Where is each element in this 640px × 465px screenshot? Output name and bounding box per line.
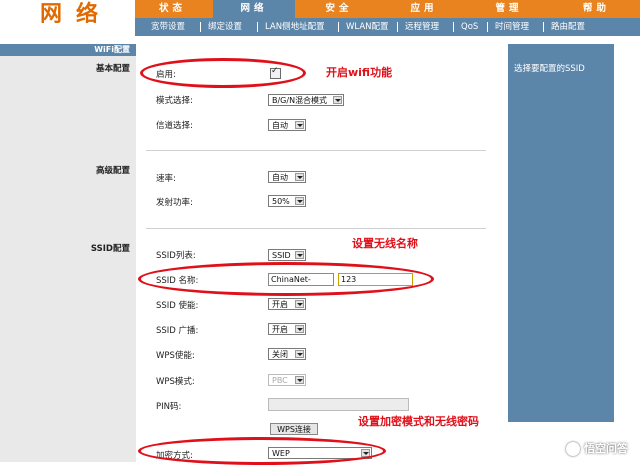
section-basic: 基本配置	[95, 64, 130, 74]
sub-nav-route[interactable]: 路由配置	[545, 18, 591, 36]
sub-nav: 宽带设置 绑定设置 LAN侧地址配置 WLAN配置 远程管理 QoS 时间管理 …	[135, 18, 640, 36]
sub-nav-time[interactable]: 时间管理	[489, 18, 535, 36]
ssid-broadcast-select[interactable]: 开启	[268, 323, 306, 335]
ssid-broadcast-select-value: 开启	[272, 325, 288, 334]
ssid-enable-select-value: 开启	[272, 300, 288, 309]
chevron-down-icon	[295, 121, 304, 129]
watermark-text: 悟空问答	[584, 442, 628, 455]
header-logo-area: 网络	[0, 0, 135, 44]
sub-nav-wlan[interactable]: WLAN配置	[340, 18, 395, 36]
channel-select-value: 自动	[272, 121, 288, 130]
highlight-enable	[140, 58, 306, 88]
sub-nav-qos[interactable]: QoS	[455, 18, 484, 36]
left-panel: WiFi配置 基本配置 高级配置 SSID配置	[0, 44, 136, 462]
sub-nav-broadband[interactable]: 宽带设置	[145, 18, 191, 36]
annotation-set-ssid: 设置无线名称	[352, 237, 418, 250]
chevron-down-icon	[295, 173, 304, 181]
chevron-down-icon	[295, 350, 304, 358]
power-select[interactable]: 50%	[268, 195, 306, 207]
watermark: 悟空问答	[566, 440, 628, 456]
section-advanced: 高级配置	[95, 166, 130, 176]
sub-nav-lan[interactable]: LAN侧地址配置	[259, 18, 331, 36]
main-nav-management[interactable]: 管理	[468, 0, 550, 18]
chevron-down-icon	[295, 325, 304, 333]
channel-label: 信道选择:	[156, 121, 193, 131]
main-nav-status[interactable]: 状态	[135, 0, 210, 18]
highlight-ssid-name	[138, 262, 434, 296]
ssid-list-label: SSID列表:	[156, 251, 196, 261]
annotation-enable-wifi: 开启wifi功能	[326, 66, 393, 79]
power-label: 发射功率:	[156, 198, 193, 208]
chevron-down-icon	[295, 197, 304, 205]
wifi-config-heading: WiFi配置	[94, 45, 130, 54]
ssid-list-select[interactable]: SSID	[268, 249, 306, 261]
ssid-broadcast-label: SSID 广播:	[156, 326, 199, 336]
sub-nav-separator	[338, 22, 339, 32]
page-title: 网络	[40, 1, 113, 27]
wps-connect-button[interactable]: WPS连接	[270, 423, 318, 435]
wps-enable-select[interactable]: 关闭	[268, 348, 306, 360]
sub-nav-separator	[543, 22, 544, 32]
main-nav-security[interactable]: 安全	[298, 0, 380, 18]
channel-select[interactable]: 自动	[268, 119, 306, 131]
wps-mode-select-value: PBC	[272, 376, 288, 385]
wps-enable-label: WPS使能:	[156, 351, 195, 361]
chevron-down-icon	[295, 300, 304, 308]
highlight-encryption	[138, 437, 386, 465]
wlan-form: 启用: 模式选择: B/G/N混合模式 信道选择: 自动 速率: 自动 发射功率…	[136, 44, 506, 465]
ssid-list-select-value: SSID	[272, 251, 291, 260]
help-panel: 选择要配置的SSID	[508, 44, 614, 422]
chevron-down-icon	[295, 251, 304, 259]
sub-nav-separator	[453, 22, 454, 32]
main-nav: 状态 网络 安全 应用 管理 帮助	[135, 0, 640, 18]
power-select-value: 50%	[272, 197, 290, 206]
mode-select-value: B/G/N混合模式	[272, 96, 328, 105]
ssid-enable-label: SSID 使能:	[156, 301, 199, 311]
ssid-enable-select[interactable]: 开启	[268, 298, 306, 310]
wps-enable-select-value: 关闭	[272, 350, 288, 359]
wukong-logo-icon	[566, 442, 580, 456]
sub-nav-separator	[257, 22, 258, 32]
mode-label: 模式选择:	[156, 96, 193, 106]
sub-nav-separator	[487, 22, 488, 32]
main-nav-network[interactable]: 网络	[213, 0, 295, 18]
section-ssid: SSID配置	[90, 244, 130, 254]
rate-select-value: 自动	[272, 173, 288, 182]
pin-input[interactable]	[268, 398, 409, 411]
right-margin	[614, 44, 640, 462]
sub-nav-separator	[200, 22, 201, 32]
sub-nav-separator	[397, 22, 398, 32]
main-nav-application[interactable]: 应用	[383, 0, 465, 18]
rate-label: 速率:	[156, 174, 176, 184]
chevron-down-icon	[295, 376, 304, 384]
divider	[146, 228, 486, 229]
wps-mode-label: WPS模式:	[156, 377, 195, 387]
chevron-down-icon	[333, 96, 342, 104]
sub-nav-remote[interactable]: 远程管理	[399, 18, 445, 36]
main-nav-help[interactable]: 帮助	[553, 0, 640, 18]
wps-mode-select[interactable]: PBC	[268, 374, 306, 386]
annotation-set-encryption: 设置加密模式和无线密码	[358, 415, 479, 428]
sub-nav-binding[interactable]: 绑定设置	[202, 18, 248, 36]
divider	[146, 150, 486, 151]
rate-select[interactable]: 自动	[268, 171, 306, 183]
help-text: 选择要配置的SSID	[514, 64, 585, 74]
pin-label: PIN码:	[156, 402, 182, 412]
left-panel-header: WiFi配置	[0, 44, 136, 56]
mode-select[interactable]: B/G/N混合模式	[268, 94, 344, 106]
